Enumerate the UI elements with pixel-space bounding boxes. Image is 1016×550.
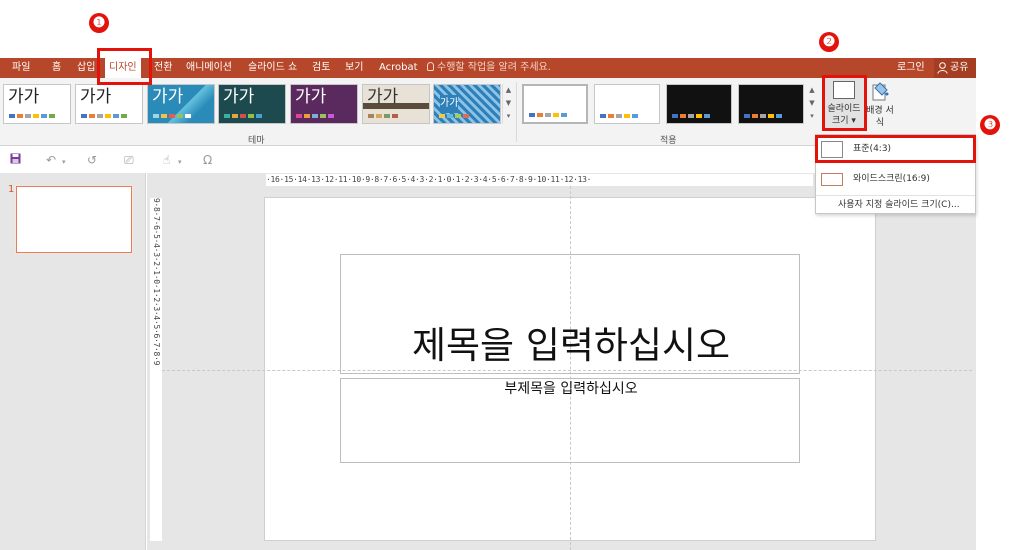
- symbol-omega-icon[interactable]: Ω: [203, 154, 212, 166]
- gallery-more-icon[interactable]: ▾: [806, 110, 818, 123]
- variant-item[interactable]: [522, 84, 588, 124]
- tab-slide-show[interactable]: 슬라이드 쇼: [248, 58, 297, 78]
- menu-item-custom-size-label: 사용자 지정 슬라이드 크기(C)...: [838, 200, 960, 210]
- variant-item[interactable]: [666, 84, 732, 124]
- title-placeholder[interactable]: 제목을 입력하십시오: [340, 254, 800, 374]
- menu-item-widescreen[interactable]: 와이드스크린(16:9): [816, 165, 975, 193]
- theme-item[interactable]: 가가: [290, 84, 358, 124]
- theme-label: 가가: [80, 87, 112, 107]
- scroll-down-icon[interactable]: ▼: [806, 97, 818, 110]
- touch-dropdown-icon[interactable]: ▾: [178, 156, 182, 168]
- theme-label: 가가: [152, 87, 184, 107]
- horizontal-ruler: ·16·15·14·13·12·11·10·9·8·7·6·5·4·3·2·1·…: [266, 174, 813, 186]
- scroll-up-icon[interactable]: ▲: [806, 84, 818, 97]
- format-background-label: 배경 서식: [866, 106, 894, 128]
- theme-item[interactable]: 가가: [147, 84, 215, 124]
- touch-mode-icon[interactable]: ☝: [163, 154, 170, 166]
- start-slideshow-icon[interactable]: ⎚: [124, 154, 134, 166]
- tab-view[interactable]: 보기: [345, 58, 363, 78]
- tab-acrobat[interactable]: Acrobat: [379, 58, 418, 78]
- theme-item[interactable]: 가가: [433, 84, 501, 124]
- theme-item[interactable]: 가가: [75, 84, 143, 124]
- tab-home[interactable]: 홈: [52, 58, 61, 78]
- variants-group-label: 적용: [660, 136, 677, 146]
- menu-item-widescreen-label: 와이드스크린(16:9): [853, 174, 930, 184]
- share-button[interactable]: 공유: [934, 58, 976, 78]
- theme-item[interactable]: 가가: [218, 84, 286, 124]
- callout-2: ❷: [819, 32, 839, 52]
- menu-item-custom-size[interactable]: 사용자 지정 슬라이드 크기(C)...: [816, 195, 975, 215]
- slide-thumbnail[interactable]: [15, 185, 133, 254]
- tab-transitions[interactable]: 전환: [154, 58, 172, 78]
- theme-label: 가가: [8, 87, 40, 107]
- vertical-ruler: 9·8·7·6·5·4·3·2·1·0·1·2·3·4·5·6·7·8·9: [150, 198, 162, 541]
- callout-3: ❸: [980, 115, 1000, 135]
- tell-me-text: 수행할 작업을 알려 주세요.: [437, 62, 551, 73]
- sign-in-link[interactable]: 로그인: [897, 58, 925, 78]
- subtitle-placeholder-text: 부제목을 입력하십시오: [504, 381, 638, 397]
- themes-gallery-scroll[interactable]: ▲ ▼ ▾: [502, 84, 514, 124]
- format-background-button[interactable]: 배경 서식: [866, 78, 894, 130]
- tab-animations[interactable]: 애니메이션: [186, 58, 232, 78]
- share-label: 공유: [950, 62, 969, 73]
- theme-label: 가가: [367, 87, 399, 107]
- highlight-slide-size-button: [822, 75, 867, 131]
- paint-bucket-icon: [872, 82, 889, 101]
- widescreen-aspect-icon: [821, 173, 843, 186]
- theme-label: 가가: [440, 95, 459, 113]
- scroll-up-icon[interactable]: ▲: [503, 84, 514, 97]
- variants-gallery-scroll[interactable]: ▲ ▼ ▾: [806, 84, 818, 124]
- redo-icon[interactable]: ↺: [87, 154, 97, 166]
- subtitle-placeholder[interactable]: 부제목을 입력하십시오: [340, 378, 800, 463]
- person-icon: [937, 62, 948, 74]
- tab-insert[interactable]: 삽입: [77, 58, 95, 78]
- callout-1: ❶: [89, 13, 109, 33]
- slide-thumbnail-pane: 1: [0, 173, 146, 550]
- tell-me-box[interactable]: 수행할 작업을 알려 주세요.: [427, 58, 551, 78]
- tab-file[interactable]: 파일: [12, 58, 30, 78]
- theme-label: 가가: [223, 87, 255, 107]
- save-icon[interactable]: [10, 153, 21, 164]
- tab-review[interactable]: 검토: [312, 58, 330, 78]
- themes-group-label: 테마: [248, 136, 265, 146]
- lightbulb-icon: [427, 62, 434, 71]
- variant-item[interactable]: [594, 84, 660, 124]
- theme-label: 가가: [295, 87, 327, 107]
- highlight-design-tab: [97, 48, 152, 85]
- highlight-standard-option: [815, 135, 976, 163]
- scroll-down-icon[interactable]: ▼: [503, 97, 514, 110]
- title-placeholder-text: 제목을 입력하십시오: [411, 324, 731, 367]
- undo-icon[interactable]: ↶: [46, 154, 56, 166]
- undo-dropdown-icon[interactable]: ▾: [62, 156, 66, 168]
- theme-item[interactable]: 가가: [362, 84, 430, 124]
- theme-item[interactable]: 가가: [3, 84, 71, 124]
- variant-item[interactable]: [738, 84, 804, 124]
- slide-number: 1: [8, 184, 15, 195]
- gallery-more-icon[interactable]: ▾: [503, 110, 514, 123]
- vertical-ruler-ticks: 9·8·7·6·5·4·3·2·1·0·1·2·3·4·5·6·7·8·9: [152, 198, 161, 366]
